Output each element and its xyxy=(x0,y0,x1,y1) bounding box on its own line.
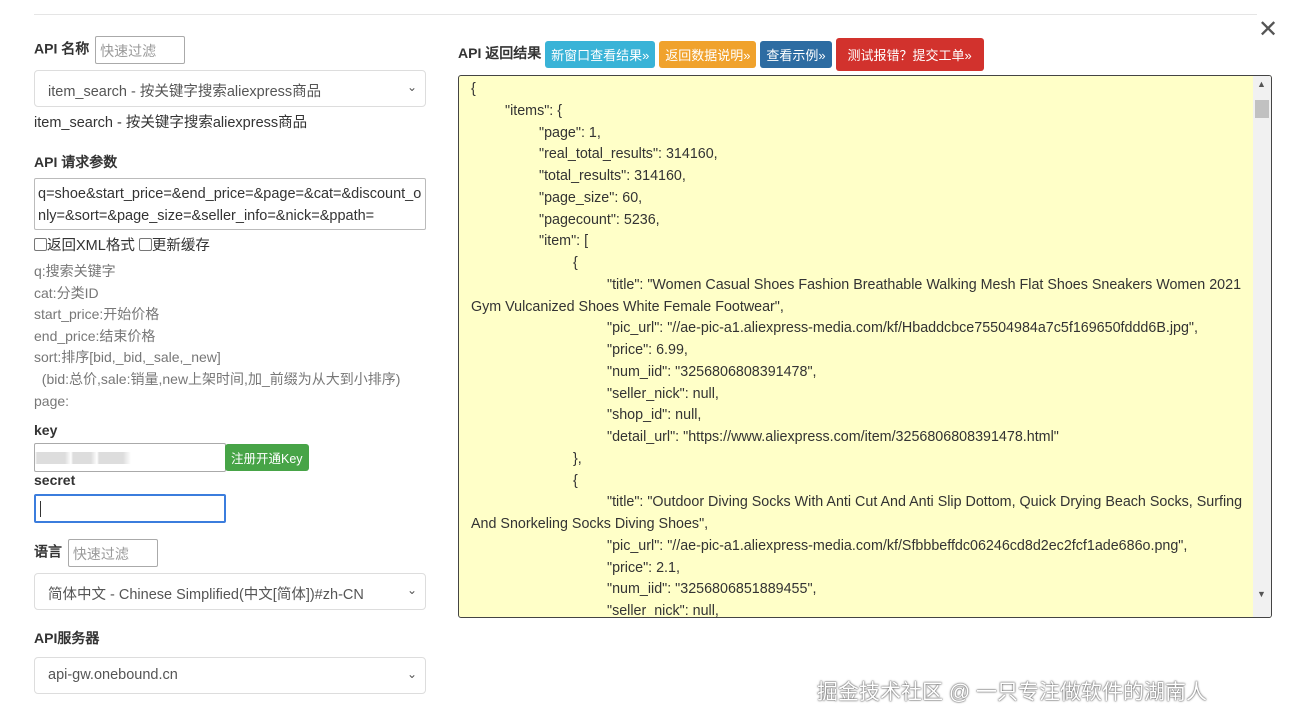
api-name-filter-input[interactable]: 快速过滤 xyxy=(95,36,186,64)
secret-label: secret xyxy=(34,472,76,489)
scrollbar-thumb[interactable] xyxy=(1255,100,1269,118)
cache-label: 更新缓存 xyxy=(151,238,210,254)
hint: (bid:总价,sale:销量,new上架时间,加_前缀为从大到小排序) xyxy=(34,370,401,387)
key-input[interactable] xyxy=(34,443,226,473)
open-new-window-button[interactable]: 新窗口查看结果» xyxy=(545,41,656,68)
hint: page: xyxy=(34,392,70,409)
watermark: 掘金技术社区 @ 一只专注做软件的湖南人 xyxy=(817,681,1207,704)
param-hints: q:搜索关键字 cat:分类ID start_price:开始价格 end_pr… xyxy=(34,261,426,412)
result-header: API 返回结果 新窗口查看结果» 返回数据说明» 查看示例» 测试报错？提交工… xyxy=(458,38,984,71)
server-label: API服务器 xyxy=(34,630,100,647)
hint: q:搜索关键字 xyxy=(34,263,116,279)
data-description-button[interactable]: 返回数据说明» xyxy=(659,41,757,68)
json-output: { "items": { "page": 1, "real_total_resu… xyxy=(471,81,1243,618)
hint: end_price:结束价格 xyxy=(34,327,156,344)
hint: sort:排序[bid,_bid,_sale,_new] xyxy=(34,349,221,366)
chevron-down-icon: ⌄ xyxy=(406,667,417,682)
cache-checkbox[interactable] xyxy=(138,238,152,251)
result-label: API 返回结果 xyxy=(458,45,542,62)
chevron-down-icon: ⌄ xyxy=(406,583,417,598)
chevron-down-icon: ⌄ xyxy=(406,80,417,94)
server-selected: api-gw.onebound.cn xyxy=(48,667,178,684)
xml-label: 返回XML格式 xyxy=(47,238,135,254)
server-select[interactable]: api-gw.onebound.cn ⌄ xyxy=(34,657,426,695)
language-filter-input[interactable]: 快速过滤 xyxy=(67,539,158,568)
api-name-select[interactable]: item_search - 按关键字搜索aliexpress商品 ⌄ xyxy=(34,70,426,107)
report-error-button[interactable]: 测试报错？提交工单» xyxy=(835,38,984,71)
register-key-button[interactable]: 注册开通Key xyxy=(225,444,309,472)
divider xyxy=(34,14,1257,15)
scrollbar[interactable]: ▲ ▼ xyxy=(1253,76,1271,617)
close-icon[interactable]: ✕ xyxy=(1258,18,1278,42)
hint: start_price:开始价格 xyxy=(34,306,160,323)
key-label: key xyxy=(34,422,58,439)
view-example-button[interactable]: 查看示例» xyxy=(760,41,832,68)
params-label: API 请求参数 xyxy=(34,154,118,170)
hint: cat:分类ID xyxy=(34,284,99,301)
language-selected: 简体中文 - Chinese Simplified(中文[简体])#zh-CN xyxy=(48,587,364,604)
api-name-label: API 名称 xyxy=(34,40,90,57)
language-label: 语言 xyxy=(34,543,62,560)
params-textarea[interactable]: q=shoe&start_price=&end_price=&page=&cat… xyxy=(34,178,426,230)
result-textarea[interactable]: { "items": { "page": 1, "real_total_resu… xyxy=(458,75,1272,618)
api-description: item_search - 按关键字搜索aliexpress商品 xyxy=(34,115,308,131)
request-panel: API 名称 快速过滤 item_search - 按关键字搜索aliexpre… xyxy=(34,36,426,695)
secret-input[interactable] xyxy=(34,494,226,524)
xml-checkbox[interactable] xyxy=(34,238,47,251)
api-name-selected: item_search - 按关键字搜索aliexpress商品 xyxy=(48,84,322,100)
language-select[interactable]: 简体中文 - Chinese Simplified(中文[简体])#zh-CN … xyxy=(34,573,426,611)
